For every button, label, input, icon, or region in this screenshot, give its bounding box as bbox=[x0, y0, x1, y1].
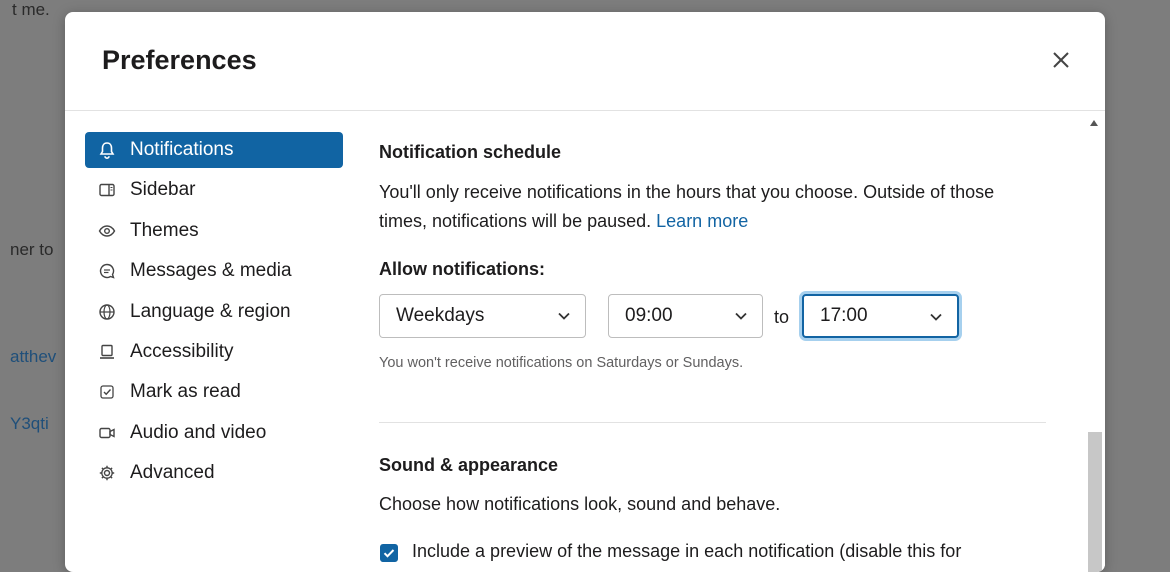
check-square-icon bbox=[97, 382, 117, 402]
end-time-value: 17:00 bbox=[820, 305, 868, 326]
section-divider bbox=[379, 422, 1046, 423]
schedule-description: You'll only receive notifications in the… bbox=[379, 178, 1059, 236]
end-time-select[interactable]: 17:00 bbox=[802, 294, 959, 338]
preview-checkbox-label: Include a preview of the message in each… bbox=[412, 541, 962, 561]
nav-item-label: Sidebar bbox=[130, 179, 196, 201]
chevron-down-icon bbox=[930, 313, 942, 321]
start-time-select[interactable]: 09:00 bbox=[608, 294, 763, 338]
modal-header: Preferences bbox=[65, 12, 1105, 111]
sound-description: Choose how notifications look, sound and… bbox=[379, 494, 781, 514]
nav-item-label: Notifications bbox=[130, 139, 234, 160]
days-select[interactable]: Weekdays bbox=[379, 294, 586, 338]
background-text: ner to bbox=[10, 240, 54, 259]
checkmark-icon bbox=[383, 549, 395, 558]
notification-settings: Notification schedule You'll only receiv… bbox=[379, 122, 1079, 572]
nav-item-label: Advanced bbox=[130, 462, 215, 484]
nav-item-sidebar[interactable]: Sidebar bbox=[85, 172, 343, 208]
close-button[interactable] bbox=[1047, 46, 1075, 74]
laptop-icon bbox=[97, 342, 117, 362]
video-icon bbox=[97, 423, 117, 443]
nav-item-label: Accessibility bbox=[130, 340, 234, 362]
background-link: Y3qti bbox=[10, 414, 49, 433]
start-time-value: 09:00 bbox=[625, 305, 673, 326]
nav-item-messages-media[interactable]: Messages & media bbox=[85, 253, 343, 289]
nav-item-label: Messages & media bbox=[130, 260, 292, 282]
nav-item-label: Mark as read bbox=[130, 381, 241, 403]
preferences-modal: Preferences Notifications Sidebar Themes… bbox=[65, 12, 1105, 572]
to-label: to bbox=[774, 307, 790, 327]
schedule-desc-line2-text: times, notifications will be paused. bbox=[379, 211, 652, 231]
schedule-title: Notification schedule bbox=[379, 142, 562, 162]
nav-item-label: Themes bbox=[130, 219, 199, 241]
gear-icon bbox=[97, 463, 117, 483]
bell-icon bbox=[97, 140, 117, 160]
schedule-hint: You won't receive notifications on Satur… bbox=[379, 355, 744, 371]
days-select-value: Weekdays bbox=[396, 305, 485, 326]
nav-item-notifications[interactable]: Notifications bbox=[85, 132, 343, 168]
scroll-up-arrow-icon[interactable] bbox=[1090, 120, 1098, 126]
nav-item-themes[interactable]: Themes bbox=[85, 213, 343, 249]
preferences-nav: Notifications Sidebar Themes Messages & … bbox=[85, 132, 343, 496]
globe-icon bbox=[97, 302, 117, 322]
content-scrollbar[interactable] bbox=[1085, 112, 1105, 572]
scrollbar-thumb[interactable] bbox=[1088, 432, 1102, 572]
eye-icon bbox=[97, 221, 117, 241]
close-icon bbox=[1053, 52, 1069, 68]
nav-item-label: Language & region bbox=[130, 300, 291, 322]
preview-checkbox[interactable] bbox=[380, 544, 398, 562]
message-icon bbox=[97, 261, 117, 281]
nav-item-advanced[interactable]: Advanced bbox=[85, 455, 343, 491]
modal-title: Preferences bbox=[102, 45, 257, 75]
schedule-desc-line2: times, notifications will be paused. Lea… bbox=[379, 207, 1059, 236]
nav-item-language-region[interactable]: Language & region bbox=[85, 294, 343, 330]
allow-notifications-label: Allow notifications: bbox=[379, 259, 545, 279]
background-text: t me. bbox=[12, 0, 50, 19]
sidebar-icon bbox=[97, 180, 117, 200]
nav-item-accessibility[interactable]: Accessibility bbox=[85, 334, 343, 370]
chevron-down-icon bbox=[558, 312, 570, 320]
schedule-desc-line1: You'll only receive notifications in the… bbox=[379, 182, 995, 202]
learn-more-link[interactable]: Learn more bbox=[656, 211, 748, 231]
sound-title: Sound & appearance bbox=[379, 455, 559, 475]
chevron-down-icon bbox=[735, 312, 747, 320]
nav-item-audio-video[interactable]: Audio and video bbox=[85, 415, 343, 451]
nav-item-mark-as-read[interactable]: Mark as read bbox=[85, 374, 343, 410]
nav-item-label: Audio and video bbox=[130, 421, 267, 443]
background-link: atthev bbox=[10, 347, 57, 366]
